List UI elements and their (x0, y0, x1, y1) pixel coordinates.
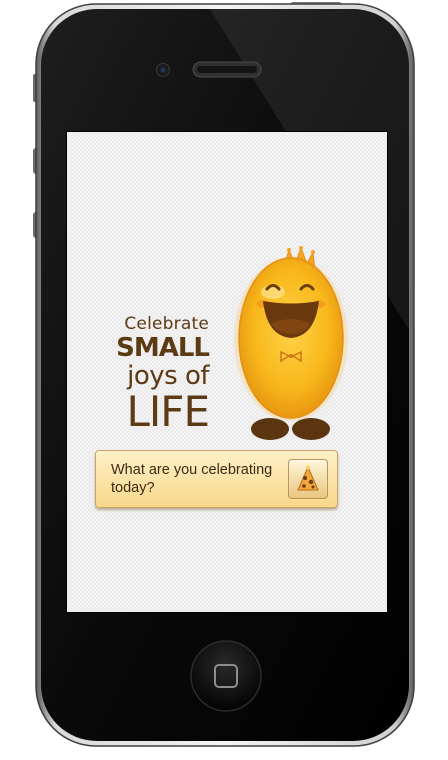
app-screen: Celebrate SMALL joys of LIFE What are yo… (67, 132, 387, 612)
party-hat-button[interactable] (288, 459, 328, 499)
left-foot (251, 418, 289, 440)
front-camera-icon (156, 63, 170, 77)
headline-line-celebrate: Celebrate (124, 314, 209, 334)
earpiece-speaker-icon (192, 61, 262, 78)
party-hat-icon (297, 465, 319, 491)
headline-line-life: LIFE (126, 387, 210, 436)
mascot-character (234, 246, 348, 440)
celebrate-prompt-button[interactable]: What are you celebrating today? (95, 450, 338, 508)
headline-line-joys-of: joys of (127, 361, 209, 391)
right-foot (292, 418, 330, 440)
home-button[interactable] (191, 641, 261, 711)
headline: Celebrate SMALL joys of LIFE (116, 314, 210, 436)
headline-line-small: SMALL (116, 333, 210, 363)
app-preview: Celebrate SMALL joys of LIFE What are yo… (0, 0, 448, 760)
celebrate-prompt-label: What are you celebrating today? (111, 462, 273, 496)
